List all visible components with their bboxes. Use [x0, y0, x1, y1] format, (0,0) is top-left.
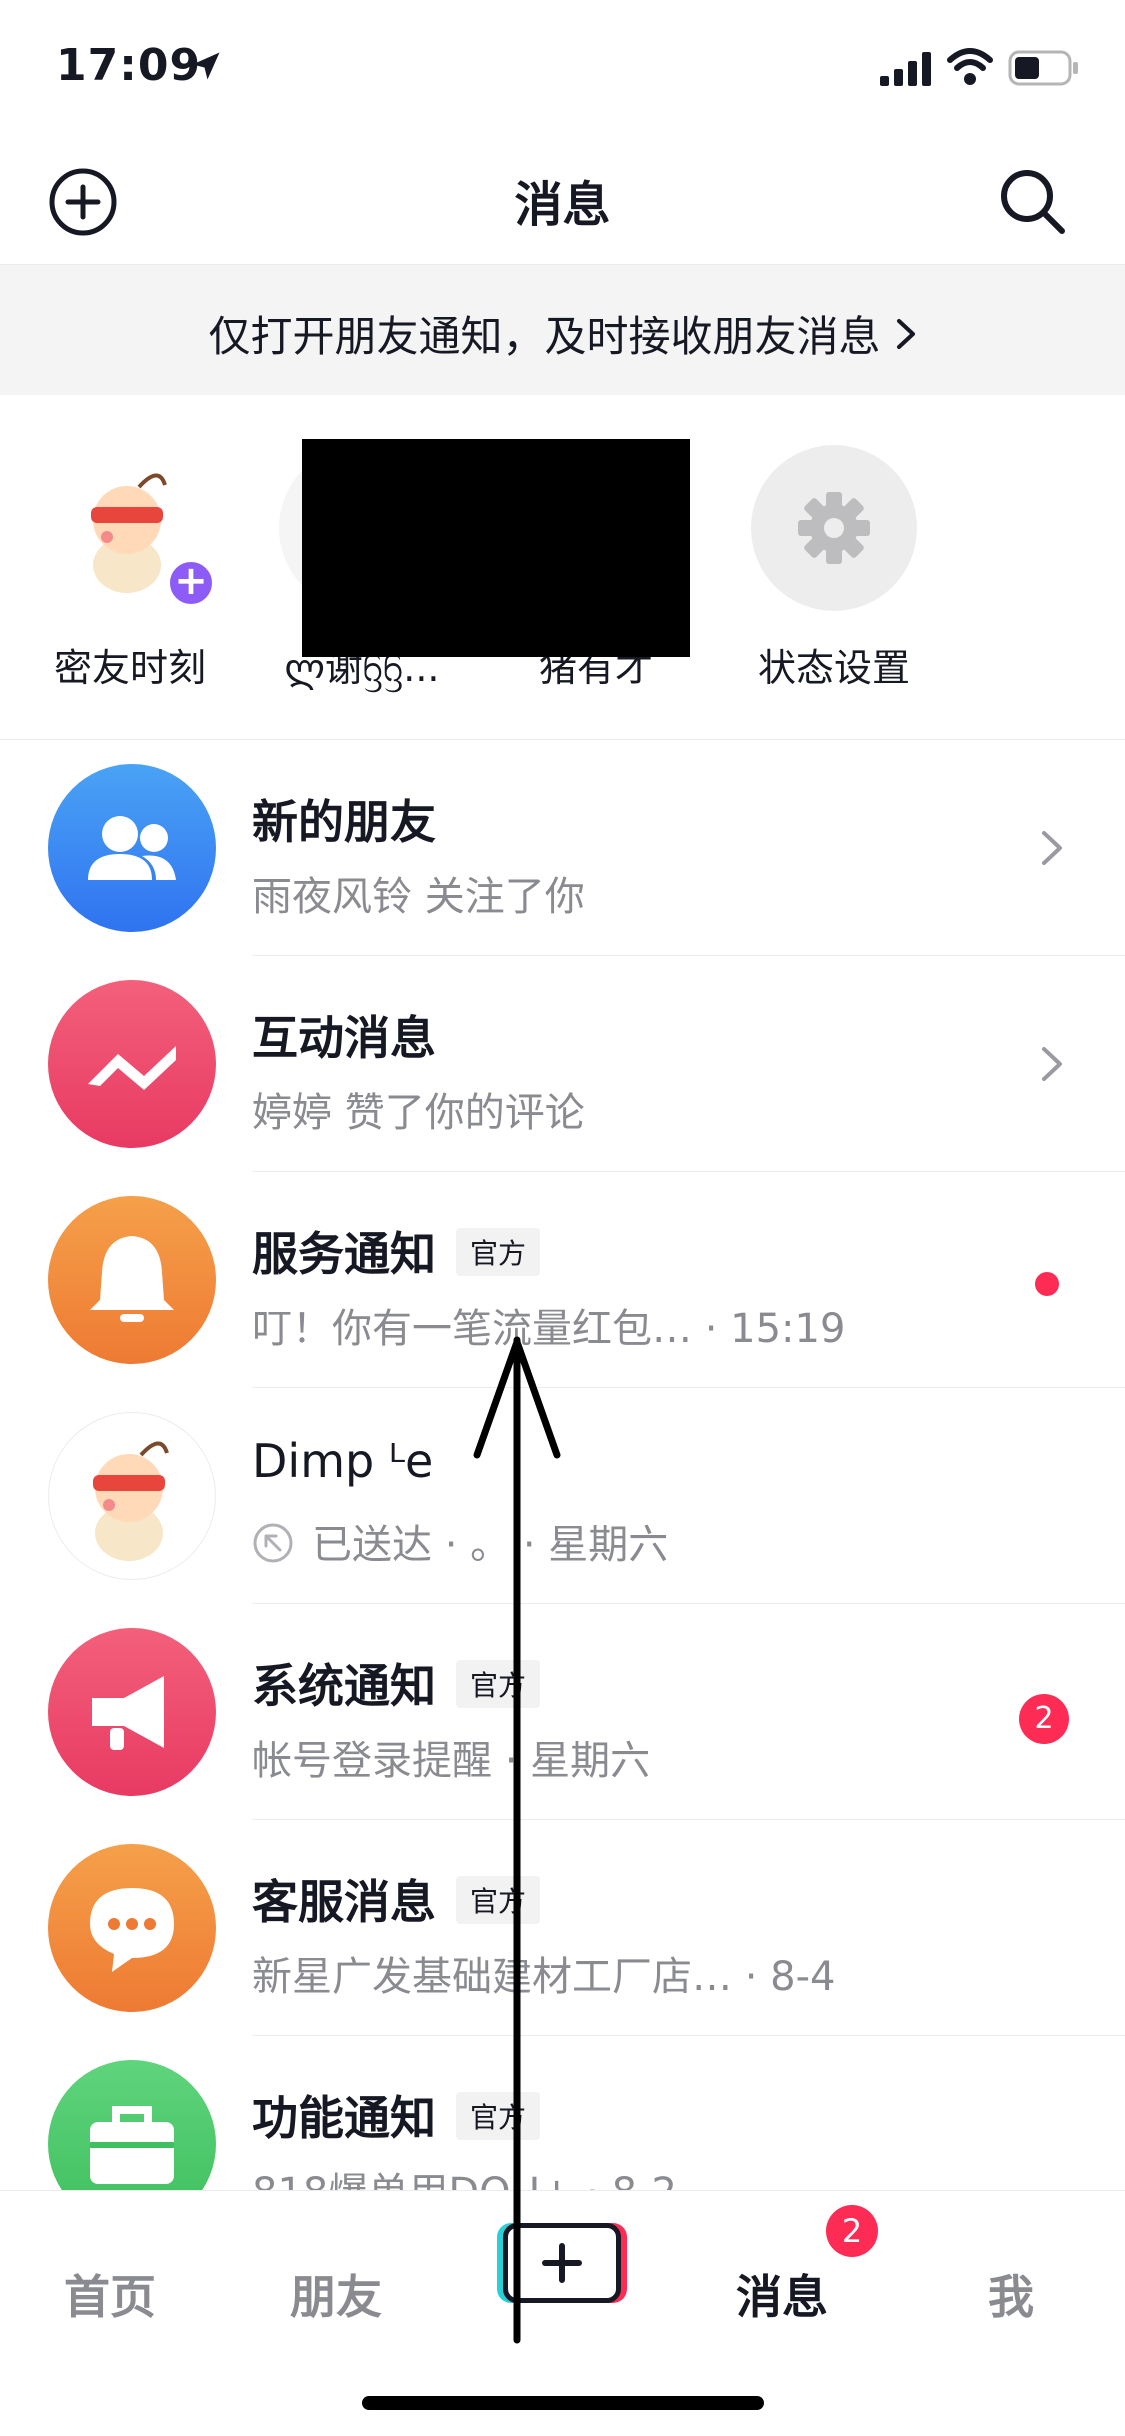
battery-icon — [1008, 50, 1078, 86]
unread-badge: 2 — [1019, 1694, 1069, 1744]
banner-text: 仅打开朋友通知，及时接收朋友消息 — [0, 303, 1125, 364]
list-item-interactions[interactable]: 互动消息 婷婷 赞了你的评论 — [0, 956, 1125, 1172]
wifi-icon — [947, 48, 993, 85]
message-title: 新的朋友 — [252, 795, 436, 849]
official-tag: 官方 — [456, 1227, 541, 1276]
chevron-right-icon — [1042, 1047, 1062, 1081]
message-title: 互动消息 — [252, 1011, 436, 1065]
chat-bubble-icon — [90, 1888, 174, 1972]
message-subtitle: 婷婷 赞了你的评论 — [252, 1090, 585, 1136]
new-friends-avatar — [48, 764, 216, 932]
interactions-avatar — [48, 980, 216, 1148]
chevron-right-icon — [1042, 831, 1062, 865]
avatar — [48, 1412, 216, 1580]
cellular-signal-icon — [880, 52, 931, 86]
story-label: 密友时刻 — [53, 646, 206, 690]
friend-notification-banner[interactable]: 仅打开朋友通知，及时接收朋友消息 — [0, 265, 1125, 395]
customer-service-avatar — [48, 1844, 216, 2012]
search-icon[interactable] — [996, 165, 1068, 237]
message-title: 服务通知 官方 — [252, 1218, 541, 1284]
status-settings-avatar — [751, 445, 917, 611]
stories-row: + 密友时刻 ლ谢ᦌᦌ... 猪有才 状态设置 — [0, 395, 1125, 740]
people-icon — [88, 816, 176, 880]
story-label: 状态设置 — [757, 646, 910, 690]
status-bar: 17:09 — [0, 0, 1125, 135]
cartoon-avatar-icon — [93, 1441, 169, 1561]
gear-icon — [798, 492, 870, 564]
system-notice-avatar — [48, 1628, 216, 1796]
status-time: 17:09 — [56, 40, 202, 91]
story-close-friends[interactable]: + 密友时刻 — [30, 445, 230, 692]
sent-arrow-icon — [253, 1523, 293, 1563]
service-notice-avatar — [48, 1196, 216, 1364]
list-item-new-friends[interactable]: 新的朋友 雨夜风铃 关注了你 — [0, 740, 1125, 956]
message-subtitle: 雨夜风铃 关注了你 — [252, 874, 585, 920]
nav-bar: 消息 — [0, 135, 1125, 265]
tab-home[interactable]: 首页 — [64, 2261, 156, 2327]
bell-icon — [90, 1236, 174, 1322]
zigzag-icon — [88, 1046, 176, 1090]
redaction-box — [302, 439, 690, 657]
page-title: 消息 — [514, 177, 611, 233]
tab-friends[interactable]: 朋友 — [290, 2261, 382, 2327]
avatar: + — [47, 445, 217, 611]
megaphone-icon — [92, 1676, 164, 1750]
unread-dot — [1035, 1272, 1059, 1296]
tab-messages[interactable]: 消息 — [736, 2261, 828, 2327]
story-status-settings[interactable]: 状态设置 — [734, 445, 934, 692]
message-title: Dimp ᴸe — [252, 1434, 434, 1488]
location-arrow-icon — [192, 52, 220, 80]
swipe-up-arrow-icon — [473, 1336, 561, 2344]
chevron-right-icon — [895, 312, 917, 361]
messages-tab-badge: 2 — [826, 2205, 878, 2257]
tab-me[interactable]: 我 — [988, 2261, 1034, 2327]
add-story-icon[interactable]: + — [165, 557, 217, 609]
home-indicator — [362, 2396, 764, 2410]
message-subtitle: 帐号登录提醒 · 星期六 — [252, 1738, 651, 1784]
